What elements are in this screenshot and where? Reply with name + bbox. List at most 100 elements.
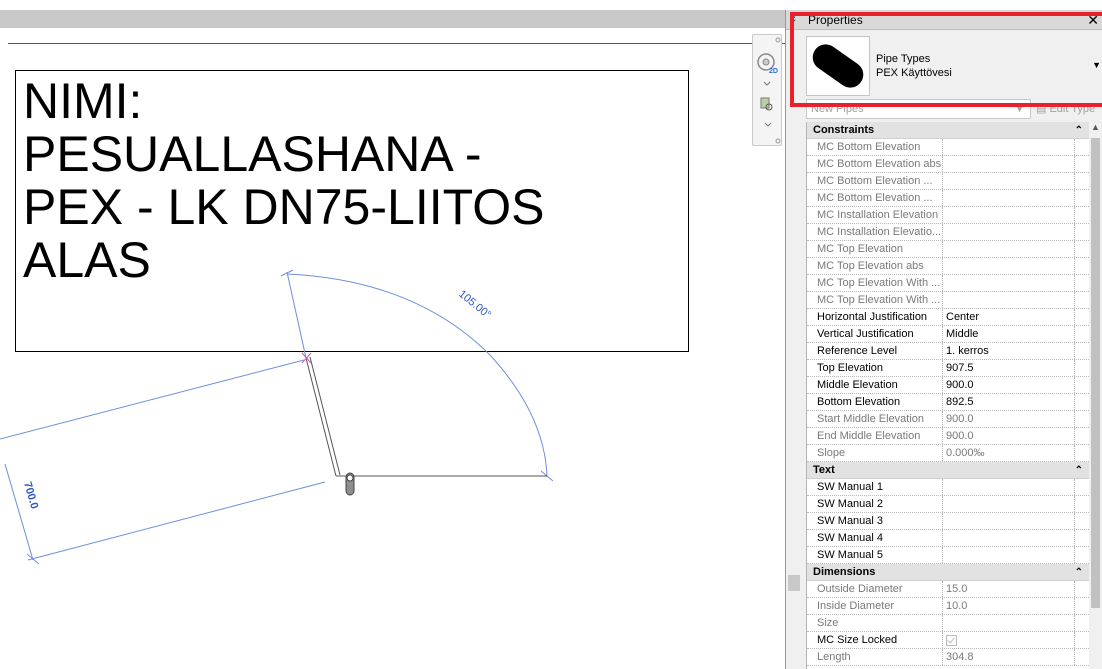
property-value[interactable]: [943, 513, 1075, 529]
edit-type-icon: ▤: [1036, 103, 1050, 115]
property-name: MC Installation Elevatio...: [807, 224, 943, 240]
collapse-icon[interactable]: ⌃: [1075, 564, 1083, 581]
property-value[interactable]: [943, 496, 1075, 512]
property-row[interactable]: Length 304.8: [807, 649, 1089, 666]
group-header[interactable]: Text ⌃: [807, 462, 1089, 479]
scroll-up-icon[interactable]: ▲: [1091, 122, 1100, 132]
property-row[interactable]: MC Bottom Elevation ...: [807, 173, 1089, 190]
group-header[interactable]: Constraints ⌃: [807, 122, 1089, 139]
grip-icon[interactable]: ✕: [789, 13, 797, 25]
property-row[interactable]: SW Manual 2: [807, 496, 1089, 513]
angle-dimension-arc: [286, 273, 548, 478]
property-row[interactable]: MC Installation Elevation: [807, 207, 1089, 224]
property-name: MC Top Elevation: [807, 241, 943, 257]
property-value[interactable]: Middle: [943, 326, 1075, 342]
property-row[interactable]: MC Installation Elevatio...: [807, 224, 1089, 241]
property-name: Top Elevation: [807, 360, 943, 376]
property-row[interactable]: Top Elevation 907.5: [807, 360, 1089, 377]
property-row[interactable]: MC Top Elevation With ...: [807, 292, 1089, 309]
property-value: 15.0: [943, 581, 1075, 597]
property-value: [943, 615, 1075, 631]
property-row[interactable]: MC Top Elevation: [807, 241, 1089, 258]
property-name: Start Middle Elevation: [807, 411, 943, 427]
scrollbar-thumb[interactable]: [1091, 138, 1100, 608]
navigation-bar[interactable]: 2D: [752, 34, 782, 146]
property-value: 900.0: [943, 411, 1075, 427]
property-row[interactable]: Inside Diameter 10.0: [807, 598, 1089, 615]
chevron-down-icon: ▼: [1015, 104, 1024, 114]
property-name: Length: [807, 649, 943, 665]
close-icon[interactable]: ✕: [1087, 10, 1099, 30]
type-name-label: PEX Käyttövesi: [876, 67, 952, 79]
property-name: Slope: [807, 445, 943, 461]
property-value[interactable]: 892.5: [943, 394, 1075, 410]
pipe-drawing: 105.00° 700.0: [0, 269, 554, 565]
property-value: [943, 173, 1075, 189]
instance-filter-row: New Pipes ▼ ▤ Edit Type: [786, 99, 1102, 119]
property-row[interactable]: Slope 0.000‰: [807, 445, 1089, 462]
property-row[interactable]: Vertical Justification Middle: [807, 326, 1089, 343]
length-dimension-line-top: [0, 359, 305, 440]
property-row[interactable]: End Middle Elevation 900.0: [807, 428, 1089, 445]
property-row[interactable]: SW Manual 1: [807, 479, 1089, 496]
property-name: Size: [807, 615, 943, 631]
property-name: SW Manual 2: [807, 496, 943, 512]
property-value: 900.0: [943, 428, 1075, 444]
property-name: MC Installation Elevation: [807, 207, 943, 223]
chevron-down-icon[interactable]: ▼: [1092, 60, 1101, 70]
type-selector[interactable]: Pipe Types PEX Käyttövesi ▼: [786, 30, 1102, 98]
property-value[interactable]: 1. kerros: [943, 343, 1075, 359]
property-row[interactable]: MC Bottom Elevation ...: [807, 190, 1089, 207]
property-value[interactable]: 900.0: [943, 377, 1075, 393]
property-name: End Middle Elevation: [807, 428, 943, 444]
property-value[interactable]: Center: [943, 309, 1075, 325]
property-row[interactable]: Bottom Elevation 892.5: [807, 394, 1089, 411]
property-value: [943, 241, 1075, 257]
property-row[interactable]: MC Size Locked: [807, 632, 1089, 649]
property-name: SW Manual 4: [807, 530, 943, 546]
property-name: MC Top Elevation abs: [807, 258, 943, 274]
property-value[interactable]: 907.5: [943, 360, 1075, 376]
edit-type-button[interactable]: ▤ Edit Type: [1036, 99, 1102, 119]
collapse-icon[interactable]: ⌃: [1075, 462, 1083, 479]
property-value[interactable]: [943, 530, 1075, 546]
property-row[interactable]: Reference Level 1. kerros: [807, 343, 1089, 360]
property-name: Reference Level: [807, 343, 943, 359]
property-row[interactable]: MC Top Elevation With ...: [807, 275, 1089, 292]
property-row[interactable]: MC Bottom Elevation abs: [807, 156, 1089, 173]
angle-witness-line-1: [286, 271, 307, 359]
property-row[interactable]: MC Bottom Elevation: [807, 139, 1089, 156]
property-name: MC Bottom Elevation abs: [807, 156, 943, 172]
property-row[interactable]: SW Manual 4: [807, 530, 1089, 547]
property-value[interactable]: [943, 547, 1075, 563]
properties-palette[interactable]: ✕ Properties ✕ Pipe Types PEX Käyttövesi…: [785, 10, 1102, 669]
pipe-type-icon: [806, 36, 870, 96]
property-row[interactable]: Size: [807, 615, 1089, 632]
properties-scrollbar[interactable]: ▲: [1089, 122, 1102, 669]
property-row[interactable]: Middle Elevation 900.0: [807, 377, 1089, 394]
property-value[interactable]: [943, 479, 1075, 495]
property-row[interactable]: SW Manual 5: [807, 547, 1089, 564]
group-label: Constraints: [813, 124, 875, 136]
property-row[interactable]: Horizontal Justification Center: [807, 309, 1089, 326]
property-value: [943, 275, 1075, 291]
instance-filter-select[interactable]: New Pipes ▼: [806, 99, 1031, 119]
collapse-icon[interactable]: ⌃: [1075, 122, 1083, 139]
property-value[interactable]: [943, 632, 1075, 648]
property-name: SW Manual 5: [807, 547, 943, 563]
property-value: 0.000‰: [943, 445, 1075, 461]
group-header[interactable]: Dimensions ⌃: [807, 564, 1089, 581]
checkbox[interactable]: [946, 635, 957, 646]
property-value: [943, 156, 1075, 172]
property-row[interactable]: SW Manual 3: [807, 513, 1089, 530]
type-family-label: Pipe Types: [876, 53, 931, 65]
drawing-canvas[interactable]: NIMI: PESUALLASHANA - PEX - LK DN75-LIIT…: [0, 0, 785, 669]
property-row[interactable]: MC Top Elevation abs: [807, 258, 1089, 275]
property-value: [943, 190, 1075, 206]
property-row[interactable]: Start Middle Elevation 900.0: [807, 411, 1089, 428]
property-row[interactable]: Outside Diameter 15.0: [807, 581, 1089, 598]
steering-wheel-icon[interactable]: 2D: [753, 35, 783, 147]
palette-resize-handle[interactable]: [788, 575, 800, 591]
properties-title-bar[interactable]: ✕ Properties ✕: [786, 10, 1102, 30]
properties-title: Properties: [808, 13, 863, 27]
